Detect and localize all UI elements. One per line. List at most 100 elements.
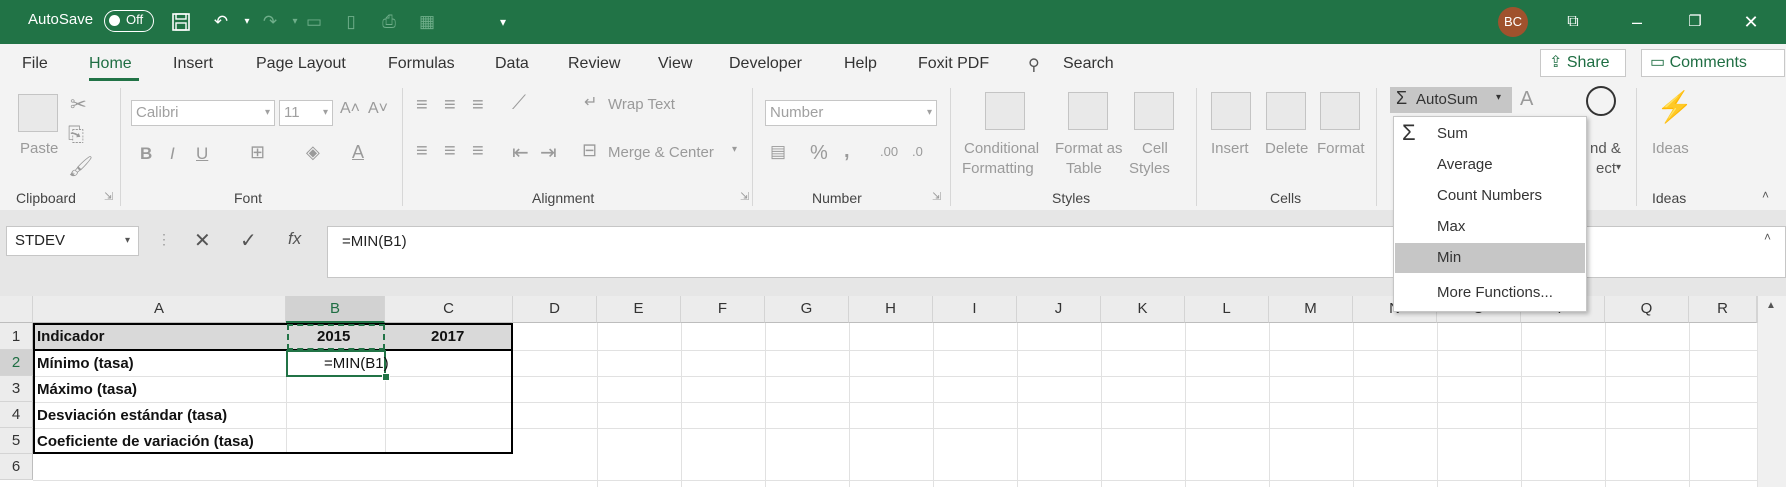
column-header-k[interactable]: K (1101, 296, 1185, 323)
column-header-d[interactable]: D (513, 296, 597, 323)
column-header-h[interactable]: H (849, 296, 933, 323)
ideas-button-label[interactable]: Ideas (1652, 140, 1689, 157)
decrease-decimal-icon[interactable]: .0 (912, 144, 923, 159)
menu-item-sum[interactable]: Sum (1395, 119, 1585, 149)
restore-icon[interactable]: ❐ (1680, 10, 1710, 34)
increase-decimal-icon[interactable]: .00 (880, 144, 898, 159)
conditional-formatting-icon[interactable] (985, 92, 1025, 130)
more-options-icon[interactable]: ⋮ (157, 231, 171, 248)
alignment-launcher-icon[interactable]: ⇲ (740, 190, 749, 203)
orientation-icon[interactable]: ⟋ (512, 92, 526, 115)
insert-cells-label[interactable]: Insert (1211, 140, 1249, 157)
paste-icon[interactable] (18, 94, 58, 132)
cell-a5[interactable]: Coeficiente de variación (tasa) (37, 433, 254, 450)
format-painter-icon[interactable]: 🖌 (68, 154, 93, 179)
chevron-down-icon[interactable]: ▾ (732, 144, 737, 155)
comments-button[interactable]: ▭ Comments (1641, 49, 1785, 77)
align-top-icon[interactable]: ≡ (416, 94, 428, 117)
decrease-indent-icon[interactable]: ⇤ (512, 140, 529, 165)
column-header-a[interactable]: A (33, 296, 286, 323)
ribbon-display-icon[interactable]: ⧉ (1558, 10, 1588, 34)
avatar[interactable]: BC (1498, 7, 1528, 37)
merge-center-icon[interactable]: ⊟ (582, 140, 597, 161)
number-format-combo[interactable]: Number ▾ (765, 100, 937, 126)
column-header-i[interactable]: I (933, 296, 1017, 323)
comma-style-icon[interactable]: , (844, 140, 850, 163)
column-header-r[interactable]: R (1689, 296, 1757, 323)
align-bottom-icon[interactable]: ≡ (472, 94, 484, 117)
chevron-down-icon[interactable]: ▾ (1616, 162, 1621, 173)
tab-developer[interactable]: Developer (729, 55, 802, 73)
copy-icon[interactable]: ⎘ (68, 124, 84, 147)
tab-page-layout[interactable]: Page Layout (256, 55, 346, 73)
font-name-combo[interactable]: Calibri ▾ (131, 100, 275, 126)
clipboard-launcher-icon[interactable]: ⇲ (104, 190, 113, 203)
redo-icon[interactable]: ↷ (259, 12, 281, 32)
share-button[interactable]: ⇪ Share (1540, 49, 1626, 77)
wrap-text-icon[interactable]: ↵ (584, 92, 597, 112)
row-header-5[interactable]: 5 (0, 428, 33, 454)
merge-center-label[interactable]: Merge & Center (608, 144, 714, 161)
cell-a2[interactable]: Mínimo (tasa) (37, 355, 134, 372)
font-size-combo[interactable]: 11 ▾ (279, 100, 333, 126)
cell-styles-label-1[interactable]: Cell (1142, 140, 1168, 157)
enter-icon[interactable]: ✓ (240, 228, 257, 253)
column-header-l[interactable]: L (1185, 296, 1269, 323)
sort-filter-icon[interactable]: A (1520, 88, 1533, 111)
select-all-corner[interactable] (0, 296, 33, 323)
collapse-formula-bar-icon[interactable]: ˄ (1764, 230, 1771, 244)
decrease-font-icon[interactable]: A˅ (368, 100, 388, 118)
row-header-3[interactable]: 3 (0, 376, 33, 402)
insert-function-icon[interactable]: fx (288, 229, 301, 249)
menu-item-more-functions[interactable]: More Functions... (1395, 278, 1585, 308)
conditional-formatting-label-2[interactable]: Formatting (962, 160, 1034, 177)
column-header-b[interactable]: B (286, 296, 385, 323)
tab-review[interactable]: Review (568, 55, 620, 73)
paste-label[interactable]: Paste (20, 140, 58, 157)
row-header-1[interactable]: 1 (0, 323, 33, 350)
menu-item-max[interactable]: Max (1395, 212, 1585, 242)
conditional-formatting-label-1[interactable]: Conditional (964, 140, 1039, 157)
column-header-f[interactable]: F (681, 296, 765, 323)
cell-a1[interactable]: Indicador (37, 328, 105, 345)
undo-icon[interactable]: ↶ (210, 12, 232, 32)
tab-data[interactable]: Data (495, 55, 529, 73)
column-header-e[interactable]: E (597, 296, 681, 323)
tab-insert[interactable]: Insert (173, 55, 213, 73)
customize-toolbar-icon[interactable]: ▾ (492, 12, 514, 32)
italic-icon[interactable]: I (170, 144, 175, 164)
column-header-g[interactable]: G (765, 296, 849, 323)
new-file-icon[interactable]: ▯ (340, 12, 362, 32)
row-header-4[interactable]: 4 (0, 402, 33, 428)
undo-dropdown-icon[interactable]: ▾ (236, 12, 258, 32)
search-label[interactable]: Search (1063, 55, 1114, 73)
autosave-toggle[interactable]: Off (104, 10, 154, 32)
wrap-text-label[interactable]: Wrap Text (608, 96, 675, 113)
align-left-icon[interactable]: ≡ (416, 140, 428, 163)
scroll-up-icon[interactable]: ▲ (1766, 300, 1776, 311)
row-header-6[interactable]: 6 (0, 454, 33, 480)
cell-b2-formula[interactable]: =MIN(B1) (324, 355, 389, 372)
save-icon[interactable] (170, 12, 192, 32)
tab-view[interactable]: View (658, 55, 692, 73)
insert-cells-icon[interactable] (1211, 92, 1251, 130)
minimize-icon[interactable]: – (1622, 10, 1652, 34)
fill-color-icon[interactable]: ◈ (306, 142, 320, 163)
increase-indent-icon[interactable]: ⇥ (540, 140, 557, 165)
accounting-format-icon[interactable]: ▤ (770, 142, 786, 162)
cell-styles-icon[interactable] (1134, 92, 1174, 130)
delete-cells-label[interactable]: Delete (1265, 140, 1308, 157)
find-select-label-1[interactable]: nd & (1590, 140, 1621, 157)
cell-styles-label-2[interactable]: Styles (1129, 160, 1170, 177)
tab-help[interactable]: Help (844, 55, 877, 73)
close-icon[interactable]: ✕ (1736, 10, 1766, 34)
format-as-table-icon[interactable] (1068, 92, 1108, 130)
open-folder-icon[interactable]: ▭ (303, 12, 325, 32)
cell-a3[interactable]: Máximo (tasa) (37, 381, 137, 398)
column-header-m[interactable]: M (1269, 296, 1353, 323)
align-middle-icon[interactable]: ≡ (444, 94, 456, 117)
cancel-icon[interactable]: ✕ (194, 228, 211, 253)
fill-handle[interactable] (382, 373, 390, 381)
print-icon[interactable]: ⎙ (378, 12, 400, 32)
ideas-icon[interactable]: ⚡ (1656, 90, 1693, 125)
